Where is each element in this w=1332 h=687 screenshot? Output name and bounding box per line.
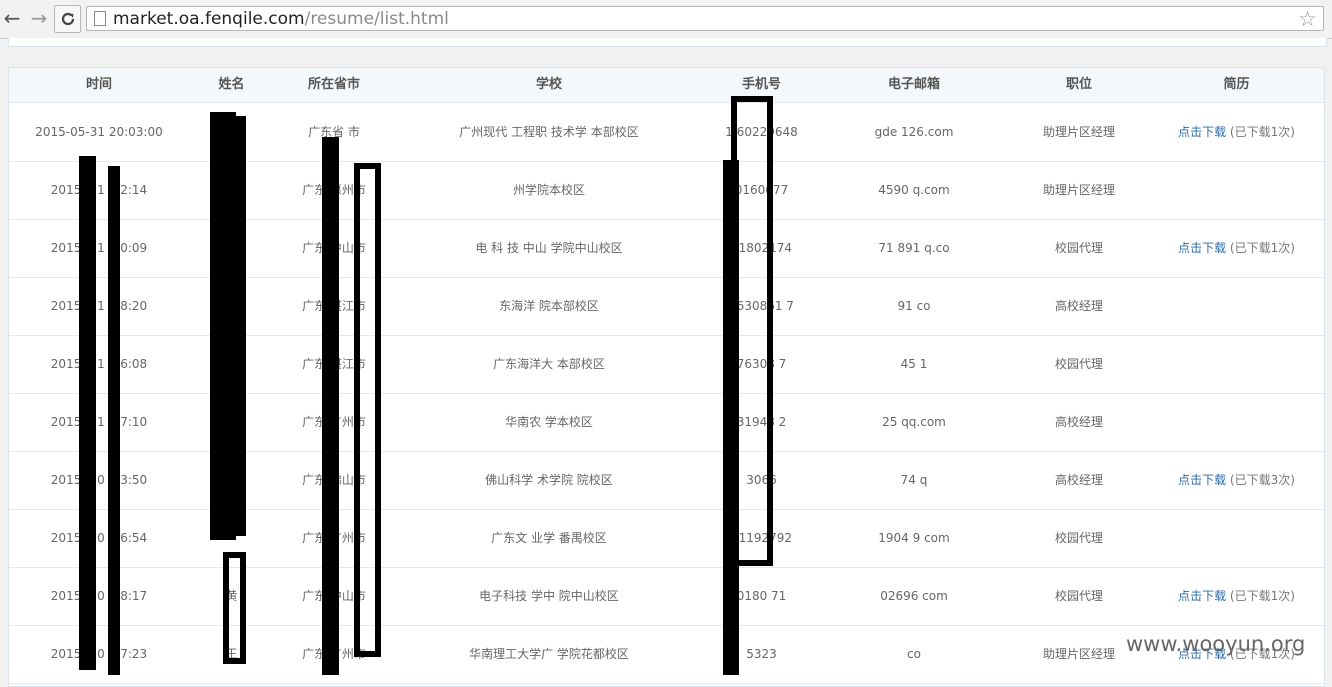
cell-resume [1149,277,1324,335]
table-row: 2015-0 1 :08:20梁广东 湛江市东海洋 院本部校区7630861 7… [9,277,1324,336]
cell-position: 校园代理 [1054,241,1103,255]
cell-time: 2015-0 1 :08:20 [50,299,148,313]
cell-phone: 0180 71 [736,589,787,603]
table-header: 时间 姓名 所在省市 学校 手机号 电子邮箱 职位 简历 [9,68,1324,103]
redaction-mark [322,137,339,675]
cell-resume [1149,509,1324,567]
download-link[interactable]: 点击下载 [1178,241,1226,255]
table-row: 2015-05-31 20:03:00潘广东省 市广州现代 工程职 技术学 本部… [9,103,1324,162]
cell-email: 1904 9 com [878,531,950,545]
cell-position: 校园代理 [1054,357,1103,371]
cell-time: 2015-05-31 20:03:00 [35,125,163,139]
cell-resume: 点击下载 (已下载1次) [1149,567,1324,625]
cell-resume [1149,161,1324,219]
header-position: 职位 [1065,77,1092,92]
cell-position: 助理片区经理 [1042,125,1115,139]
cell-time: 2015-0 1 :06:08 [50,357,148,371]
table-row: 2015-0 1 :07:10许广东 广州市华南农 学本校区31948 225 … [9,393,1324,452]
url-host: market.oa.fenqile.com [113,9,305,29]
download-link[interactable]: 点击下载 [1178,589,1226,603]
url-text[interactable]: market.oa.fenqile.com/resume/list.html [113,9,449,29]
cell-email: 45 1 [900,357,928,371]
cell-position: 助理片区经理 [1042,183,1115,197]
cell-time: 2015-0 0 :28:17 [50,589,148,603]
cell-resume [1149,393,1324,451]
cell-school: 佛山科学 术学院 院校区 [485,473,613,487]
cell-school: 华南理工大学广 学院花都校区 [469,647,629,661]
redaction-mark [723,160,739,675]
header-school: 学校 [535,77,562,92]
redaction-mark [354,163,381,657]
cell-time: 2015-0 1 :52:14 [50,183,148,197]
cell-email: gde 126.com [874,125,954,139]
table-row: 2015-0 1 :52:14 广东 惠州市 州学院本校区 0160677 4590 q… [9,161,1324,220]
cell-school: 电子科技 学中 院中山校区 [479,589,619,603]
back-arrow-icon[interactable]: ← [0,6,24,30]
cell-school: 东海洋 院本部校区 [499,299,599,313]
cell-position: 高校经理 [1054,473,1103,487]
url-path: /resume/list.html [304,9,449,29]
header-name: 姓名 [218,77,245,92]
download-count: (已下载1次) [1229,241,1295,255]
header-time: 时间 [85,77,112,92]
cell-email: 71 891 q.co [878,241,950,255]
table-row: 2015-0 1 :20:09力广东 中山市电 科 技 中山 学院中山校区018… [9,219,1324,278]
cell-position: 高校经理 [1054,415,1103,429]
download-count: (已下载1次) [1229,125,1295,139]
header-resume: 简历 [1223,77,1250,92]
redaction-mark [79,156,96,670]
download-count: (已下载1次) [1229,589,1295,603]
bookmark-star-icon[interactable]: ☆ [1298,7,1317,31]
table-row: 2015-0 1 :06:08梁广东 湛江市广东海洋大 本部校区76308 74… [9,335,1324,394]
table-row: 2015-0 0 :56:54 广东 广州市 广东文 业学 番禺校区 01192792… [9,509,1324,568]
cell-school: 电 科 技 中山 学院中山校区 [475,241,623,255]
cell-resume: 点击下载 (已下载1次) [1149,103,1324,161]
cell-email: 4590 q.com [878,183,950,197]
cell-time: 2015-0 0 :57:23 [50,647,148,661]
cell-position: 校园代理 [1054,589,1103,603]
cell-email: co [907,647,921,661]
cell-email: 74 q [900,473,928,487]
resume-table: 时间 姓名 所在省市 学校 手机号 电子邮箱 职位 简历 2015-05-31 … [8,67,1325,687]
cell-email: 25 qq.com [882,415,946,429]
header-city: 所在省市 [307,77,360,92]
cell-time: 2015-0 0 :33:50 [50,473,148,487]
cell-email: 91 co [897,299,931,313]
download-link[interactable]: 点击下载 [1178,473,1226,487]
cell-time: 2015-0 0 :56:54 [50,531,148,545]
table-row: 2015-0 0 :28:17 黄广东 中山市 电子科技 学中 院中山校区 0180 … [9,567,1324,626]
cell-school: 广东文 业学 番禺校区 [491,531,607,545]
table-row: 2015-0 0 :33:50黄广东 佛山市佛山科学 术学院 院校区306674… [9,451,1324,510]
cell-time: 2015-0 1 :07:10 [50,415,148,429]
cell-school: 广东海洋大 本部校区 [493,357,605,371]
download-link[interactable]: 点击下载 [1178,125,1226,139]
cell-time: 2015-0 1 :20:09 [50,241,148,255]
cell-email: 02696 com [880,589,948,603]
reload-icon [61,12,74,26]
cell-school: 广州现代 工程职 技术学 本部校区 [459,125,639,139]
browser-toolbar: ← → market.oa.fenqile.com/resume/list.ht… [0,0,1332,39]
cell-resume [1149,335,1324,393]
download-count: (已下载3次) [1229,473,1295,487]
redaction-mark [108,166,120,675]
address-bar[interactable]: market.oa.fenqile.com/resume/list.html ☆ [86,6,1324,31]
watermark: www.wooyun.org [1126,632,1306,656]
redaction-mark [223,552,246,664]
page-icon [94,11,106,26]
cell-resume: 点击下载 (已下载3次) [1149,451,1324,509]
cell-position: 高校经理 [1054,299,1103,313]
cell-phone: 5323 [746,647,777,661]
cell-school: 州学院本校区 [512,183,585,197]
forward-arrow-icon[interactable]: → [27,6,51,30]
filter-panel [8,38,1327,47]
reload-button[interactable] [54,5,81,33]
cell-resume: 点击下载 (已下载1次) [1149,219,1324,277]
cell-position: 校园代理 [1054,531,1103,545]
header-email: 电子邮箱 [887,77,940,92]
redaction-mark [226,116,246,536]
cell-school: 华南农 学本校区 [505,415,593,429]
